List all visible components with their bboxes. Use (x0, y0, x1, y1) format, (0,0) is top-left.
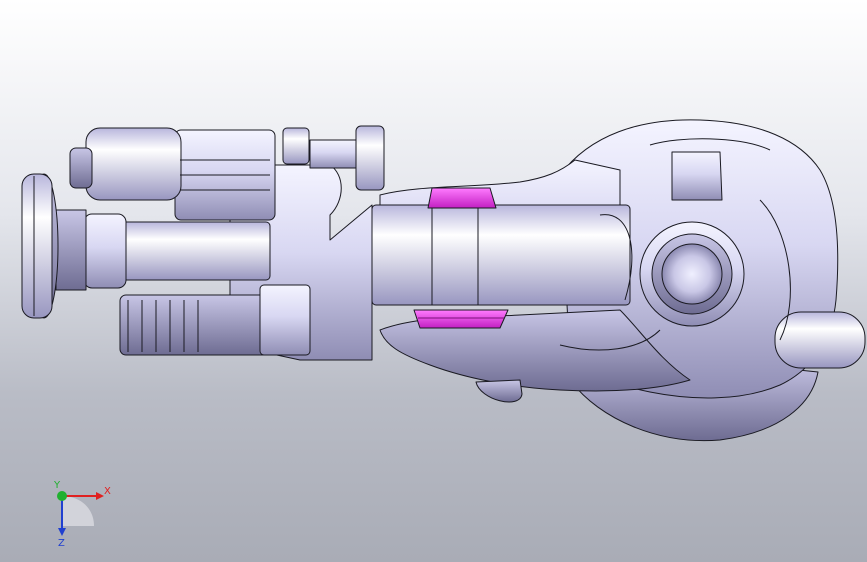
axle-tube (371, 204, 631, 306)
top-port-base (309, 139, 357, 169)
input-shaft (119, 221, 271, 281)
z-axis-label: Z (58, 538, 65, 548)
gearbox-side-plate (259, 284, 311, 356)
coordinate-triad: X Y Z (53, 480, 111, 548)
bottom-ring-highlight (413, 309, 509, 329)
right-tube-stub (774, 311, 866, 369)
motor-cylinder-top-cap (69, 147, 93, 189)
x-axis-arrow (96, 492, 104, 500)
x-axis-label: X (104, 486, 111, 497)
bearing-bore-inner (661, 243, 723, 305)
graphics-viewport[interactable]: X Y Z (0, 0, 867, 562)
y-axis-marker (57, 491, 67, 501)
bottom-mount (475, 379, 523, 403)
y-axis-label: Y (53, 480, 61, 491)
top-port-right (355, 125, 385, 191)
top-port-left (282, 127, 310, 165)
triad-shadow (62, 496, 94, 526)
input-shaft-hub (83, 213, 127, 289)
top-ring-highlight (427, 187, 497, 209)
housing-top-boss (671, 151, 723, 201)
motor-cylinder-top (85, 127, 182, 201)
shaft-adapter (55, 209, 87, 291)
axle-housing-model[interactable] (0, 0, 867, 562)
z-axis-arrow (58, 528, 66, 536)
input-flange (21, 173, 53, 319)
